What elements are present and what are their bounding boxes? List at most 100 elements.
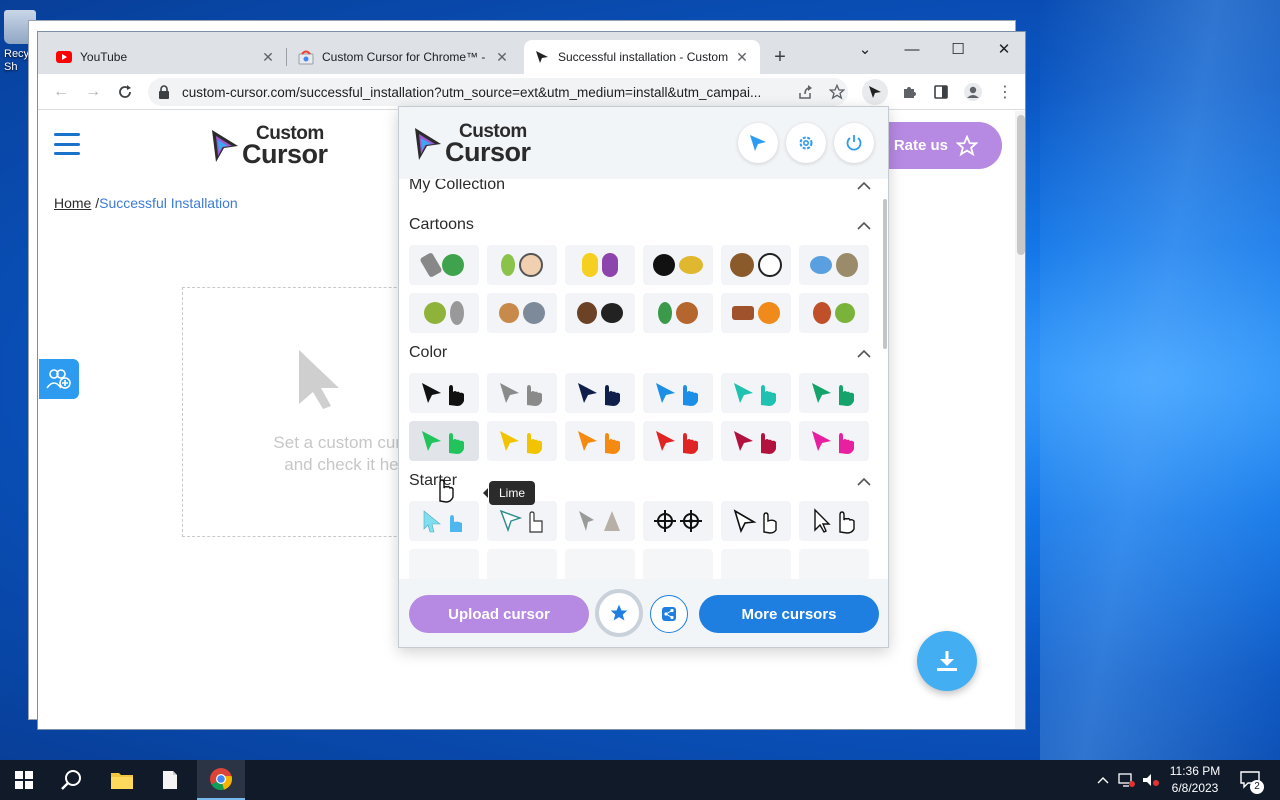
cursor-pack-loading[interactable] bbox=[487, 549, 557, 579]
cursor-pack-loading[interactable] bbox=[565, 549, 635, 579]
cursor-pack-shrek[interactable] bbox=[409, 293, 479, 333]
tab-custom-cursor-store[interactable]: Custom Cursor for Chrome™ - C ✕ bbox=[288, 40, 520, 74]
search-button[interactable] bbox=[48, 760, 96, 800]
favorites-button[interactable] bbox=[595, 589, 643, 637]
color-cursor-option[interactable] bbox=[721, 373, 791, 413]
color-cursor-option[interactable] bbox=[721, 421, 791, 461]
bookmark-star-icon[interactable] bbox=[824, 79, 850, 105]
cursor-pack-ben10[interactable] bbox=[643, 293, 713, 333]
folder-icon bbox=[111, 773, 133, 789]
color-cursor-option[interactable] bbox=[409, 373, 479, 413]
cursor-pack-starter-classic[interactable] bbox=[799, 501, 869, 541]
tab-successful-installation[interactable]: Successful installation - Custom ✕ bbox=[524, 40, 760, 74]
side-users-button[interactable] bbox=[39, 359, 79, 399]
cursor-pack-popeye[interactable] bbox=[487, 245, 557, 285]
chrome-taskbar-button[interactable] bbox=[197, 760, 245, 800]
users-add-icon bbox=[46, 369, 71, 389]
color-cursor-option[interactable] bbox=[799, 373, 869, 413]
share-icon[interactable] bbox=[792, 79, 818, 105]
section-cartoons[interactable]: Cartoons bbox=[409, 216, 474, 234]
cursor-pack-felix[interactable] bbox=[643, 245, 713, 285]
color-cursor-option[interactable] bbox=[487, 373, 557, 413]
tab-title: Custom Cursor for Chrome™ - C bbox=[322, 50, 488, 64]
cursor-pack-starter-aqua[interactable] bbox=[409, 501, 479, 541]
back-button[interactable]: ← bbox=[48, 79, 74, 105]
tray-overflow-icon[interactable] bbox=[1094, 760, 1112, 800]
chrome-menu-icon[interactable]: ⋮ bbox=[992, 79, 1018, 105]
menu-hamburger-icon[interactable] bbox=[54, 133, 80, 155]
close-tab-icon[interactable]: ✕ bbox=[734, 49, 750, 65]
cursor-pack-loading[interactable] bbox=[799, 549, 869, 579]
cursor-pack-regular-show[interactable] bbox=[799, 245, 869, 285]
chevron-up-icon[interactable] bbox=[857, 477, 871, 487]
color-cursor-option[interactable] bbox=[409, 421, 479, 461]
color-cursor-option[interactable] bbox=[565, 421, 635, 461]
cursor-pack-loading[interactable] bbox=[721, 549, 791, 579]
volume-muted-icon[interactable] bbox=[1140, 760, 1162, 800]
color-cursor-option[interactable] bbox=[799, 421, 869, 461]
section-my-collection[interactable]: My Collection bbox=[409, 179, 505, 194]
arrow-and-hand-cursor-icon bbox=[734, 431, 776, 454]
side-panel-icon[interactable] bbox=[928, 79, 954, 105]
system-clock[interactable]: 11:36 PM 6/8/2023 bbox=[1160, 763, 1230, 797]
tab-search-icon[interactable]: ⌄ bbox=[842, 36, 888, 64]
arrow-and-hand-cursor-icon bbox=[656, 383, 698, 406]
arrow-and-hand-cursor-icon bbox=[734, 383, 776, 406]
cursor-pack-tom-jerry[interactable] bbox=[487, 293, 557, 333]
notepad-button[interactable] bbox=[146, 760, 194, 800]
arrow-and-hand-cursor-icon bbox=[656, 431, 698, 454]
cursor-pack-starter-teal-outline[interactable] bbox=[487, 501, 557, 541]
start-button[interactable] bbox=[0, 760, 48, 800]
cursor-pack-bears[interactable] bbox=[721, 245, 791, 285]
network-icon[interactable] bbox=[1116, 760, 1138, 800]
upload-cursor-button[interactable]: Upload cursor bbox=[409, 595, 589, 633]
section-color[interactable]: Color bbox=[409, 344, 447, 362]
color-cursor-option[interactable] bbox=[487, 421, 557, 461]
cursor-pack-garfield[interactable] bbox=[721, 293, 791, 333]
color-cursor-option[interactable] bbox=[643, 421, 713, 461]
custom-cursor-extension-icon[interactable] bbox=[862, 79, 888, 105]
color-cursor-option[interactable] bbox=[565, 373, 635, 413]
popup-footer: Upload cursor More cursors bbox=[399, 579, 888, 647]
cursor-pack-grinch[interactable] bbox=[799, 293, 869, 333]
chevron-up-icon[interactable] bbox=[857, 181, 871, 191]
more-cursors-button[interactable]: More cursors bbox=[699, 595, 879, 633]
reload-button[interactable] bbox=[112, 79, 138, 105]
chevron-up-icon[interactable] bbox=[857, 349, 871, 359]
profile-avatar-icon[interactable] bbox=[960, 79, 986, 105]
chrome-icon bbox=[210, 768, 233, 791]
new-tab-button[interactable]: + bbox=[768, 46, 792, 70]
cursor-mode-button[interactable] bbox=[738, 123, 778, 163]
power-button[interactable] bbox=[834, 123, 874, 163]
share-button[interactable] bbox=[650, 595, 688, 633]
close-tab-icon[interactable]: ✕ bbox=[494, 49, 510, 65]
cursor-pack-starter-white-outline[interactable] bbox=[721, 501, 791, 541]
cursor-pack-loading[interactable] bbox=[409, 549, 479, 579]
settings-button[interactable] bbox=[786, 123, 826, 163]
notifications-button[interactable]: 2 bbox=[1236, 760, 1264, 800]
chevron-up-icon[interactable] bbox=[857, 221, 871, 231]
cursor-pack-dragon[interactable] bbox=[565, 293, 635, 333]
page-scrollbar-thumb[interactable] bbox=[1017, 115, 1025, 255]
extensions-puzzle-icon[interactable] bbox=[896, 79, 922, 105]
close-tab-icon[interactable]: ✕ bbox=[260, 49, 276, 65]
cursor-pack-minions[interactable] bbox=[565, 245, 635, 285]
breadcrumb-home-link[interactable]: Home bbox=[54, 195, 91, 211]
cursor-pack-loading[interactable] bbox=[643, 549, 713, 579]
file-explorer-button[interactable] bbox=[98, 760, 146, 800]
tab-youtube[interactable]: YouTube ✕ bbox=[46, 40, 286, 74]
cursor-pack-starter-gray-3d[interactable] bbox=[565, 501, 635, 541]
cursor-pack-leonardo[interactable] bbox=[409, 245, 479, 285]
popup-scrollbar-thumb[interactable] bbox=[883, 199, 887, 349]
cursor-pack-starter-crosshair[interactable] bbox=[643, 501, 713, 541]
download-fab-button[interactable] bbox=[917, 631, 977, 691]
close-window-button[interactable]: ✕ bbox=[981, 36, 1025, 64]
rate-us-button[interactable]: Rate us bbox=[878, 122, 1002, 169]
minimize-button[interactable]: — bbox=[889, 36, 935, 64]
address-bar[interactable]: custom-cursor.com/successful_installatio… bbox=[148, 78, 848, 106]
collection-list[interactable]: My Collection Cartoons Color Starter bbox=[399, 179, 888, 579]
site-logo[interactable]: Custom Cursor bbox=[210, 124, 328, 168]
forward-button[interactable]: → bbox=[80, 79, 106, 105]
maximize-button[interactable]: ☐ bbox=[935, 36, 981, 64]
color-cursor-option[interactable] bbox=[643, 373, 713, 413]
